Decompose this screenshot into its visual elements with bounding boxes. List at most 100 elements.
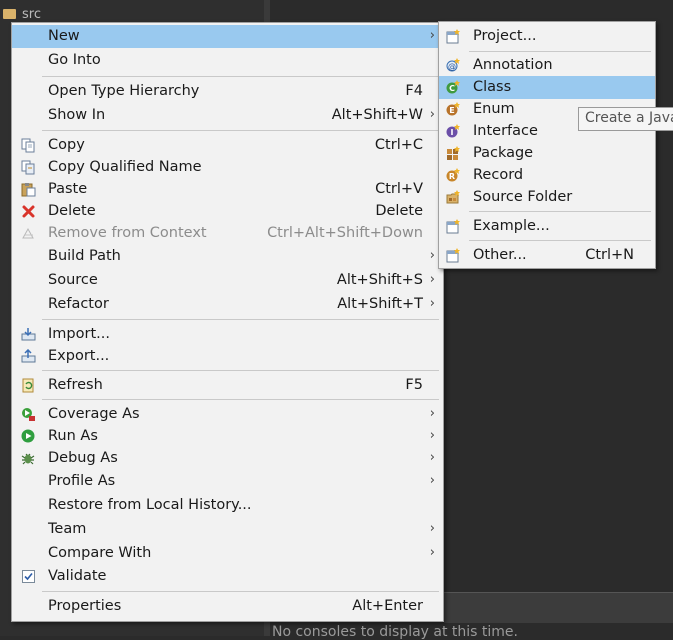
paste-icon: [21, 182, 36, 197]
submenu-arrow-icon: ›: [429, 473, 435, 488]
submenu-item-source-folder[interactable]: Source Folder: [439, 186, 655, 209]
menu-item-label: Build Path: [48, 248, 121, 264]
menu-item-label: Package: [473, 145, 534, 161]
menu-item-shortcut: Alt+Shift+T: [337, 296, 423, 312]
menu-item-shortcut: Ctrl+Alt+Shift+Down: [267, 225, 423, 241]
run-icon: [21, 429, 36, 444]
menu-item-profile-as[interactable]: Profile As ›: [12, 470, 443, 493]
menu-item-copy-qualified-name[interactable]: Copy Qualified Name: [12, 156, 443, 179]
menu-item-restore-from-local-history[interactable]: Restore from Local History...: [12, 494, 443, 517]
menu-item-label: Refresh: [48, 377, 103, 393]
menu-item-label: Coverage As: [48, 406, 140, 422]
copy-qualified-name-icon: [21, 160, 36, 175]
menu-item-source[interactable]: Source Alt+Shift+S ›: [12, 269, 443, 292]
menu-item-label: Other...: [473, 247, 527, 263]
menu-separator: [42, 319, 439, 320]
menu-item-label: Copy Qualified Name: [48, 159, 202, 175]
menu-item-validate[interactable]: Validate: [12, 565, 443, 588]
refresh-icon: [21, 378, 36, 393]
submenu-arrow-icon: ›: [429, 296, 435, 311]
menu-item-label: Delete: [48, 203, 96, 219]
menu-item-label: Refactor: [48, 296, 109, 312]
coverage-icon: [21, 407, 36, 422]
submenu-item-record[interactable]: R Record: [439, 164, 655, 187]
menu-item-label: Properties: [48, 598, 122, 614]
menu-item-go-into[interactable]: Go Into: [12, 49, 443, 72]
submenu-item-annotation[interactable]: @ Annotation: [439, 54, 655, 77]
menu-separator: [469, 211, 651, 212]
menu-item-copy[interactable]: Copy Ctrl+C: [12, 134, 443, 157]
menu-separator: [469, 51, 651, 52]
menu-item-delete[interactable]: Delete Delete: [12, 200, 443, 223]
menu-item-remove-from-context[interactable]: Remove from Context Ctrl+Alt+Shift+Down: [12, 222, 443, 245]
menu-item-show-in[interactable]: Show In Alt+Shift+W ›: [12, 104, 443, 127]
submenu-arrow-icon: ›: [429, 272, 435, 287]
submenu-arrow-icon: ›: [429, 406, 435, 421]
menu-item-run-as[interactable]: Run As ›: [12, 425, 443, 448]
menu-item-label: Paste: [48, 181, 88, 197]
menu-item-build-path[interactable]: Build Path ›: [12, 245, 443, 268]
menu-item-refactor[interactable]: Refactor Alt+Shift+T ›: [12, 293, 443, 316]
submenu-item-example[interactable]: Example...: [439, 215, 655, 238]
menu-item-shortcut: Ctrl+V: [375, 181, 423, 197]
new-project-icon: [446, 29, 461, 44]
package-icon: [446, 146, 461, 161]
menu-separator: [42, 76, 439, 77]
menu-item-label: Example...: [473, 218, 550, 234]
menu-item-export[interactable]: Export...: [12, 345, 443, 368]
import-icon: [21, 327, 36, 342]
menu-item-open-type-hierarchy[interactable]: Open Type Hierarchy F4: [12, 80, 443, 103]
menu-item-refresh[interactable]: Refresh F5: [12, 374, 443, 397]
menu-item-label: Copy: [48, 137, 85, 153]
debug-icon: [21, 451, 36, 466]
menu-item-shortcut: Ctrl+C: [374, 137, 423, 153]
menu-item-shortcut: Alt+Enter: [352, 598, 423, 614]
menu-item-label: Show In: [48, 107, 106, 123]
source-folder-icon: [446, 190, 461, 205]
tooltip: Create a Java: [578, 107, 673, 131]
menu-item-label: New: [48, 28, 80, 44]
menu-item-import[interactable]: Import...: [12, 323, 443, 346]
menu-item-label: Profile As: [48, 473, 116, 489]
submenu-item-class[interactable]: C Class: [439, 76, 655, 99]
menu-item-coverage-as[interactable]: Coverage As ›: [12, 403, 443, 426]
submenu-arrow-icon: ›: [429, 107, 435, 122]
menu-item-label: Compare With: [48, 545, 152, 561]
svg-text:E: E: [449, 106, 454, 115]
class-icon: C: [446, 80, 461, 95]
menu-item-label: Interface: [473, 123, 538, 139]
submenu-item-package[interactable]: Package: [439, 142, 655, 165]
menu-item-label: Open Type Hierarchy: [48, 83, 200, 99]
menu-item-label: Enum: [473, 101, 515, 117]
menu-item-label: Remove from Context: [48, 225, 207, 241]
menu-item-label: Project...: [473, 28, 537, 44]
remove-from-context-icon: [21, 226, 36, 241]
menu-separator: [42, 399, 439, 400]
menu-item-properties[interactable]: Properties Alt+Enter: [12, 595, 443, 618]
menu-item-shortcut: Delete: [375, 203, 423, 219]
menu-item-compare-with[interactable]: Compare With ›: [12, 542, 443, 565]
menu-item-label: Class: [473, 79, 512, 95]
menu-item-label: Validate: [48, 568, 107, 584]
menu-item-label: Team: [48, 521, 87, 537]
submenu-arrow-icon: ›: [429, 28, 435, 43]
submenu-item-other[interactable]: Other... Ctrl+N: [439, 244, 655, 267]
new-example-icon: [446, 219, 461, 234]
menu-item-label: Record: [473, 167, 524, 183]
submenu-item-project[interactable]: Project...: [439, 25, 655, 48]
menu-item-label: Import...: [48, 326, 110, 342]
menu-separator: [42, 591, 439, 592]
menu-item-debug-as[interactable]: Debug As ›: [12, 447, 443, 470]
menu-item-shortcut: Alt+Shift+S: [336, 272, 423, 288]
menu-item-new[interactable]: New ›: [12, 25, 443, 48]
annotation-icon: @: [446, 58, 461, 73]
menu-item-team[interactable]: Team ›: [12, 518, 443, 541]
menu-item-label: Annotation: [473, 57, 553, 73]
submenu-arrow-icon: ›: [429, 248, 435, 263]
svg-text:@: @: [448, 62, 456, 71]
svg-text:C: C: [449, 84, 455, 93]
context-menu: New › Go Into Open Type Hierarchy F4 Sho…: [11, 22, 444, 622]
menu-item-paste[interactable]: Paste Ctrl+V: [12, 178, 443, 201]
menu-separator: [469, 240, 651, 241]
svg-text:R: R: [449, 172, 455, 181]
